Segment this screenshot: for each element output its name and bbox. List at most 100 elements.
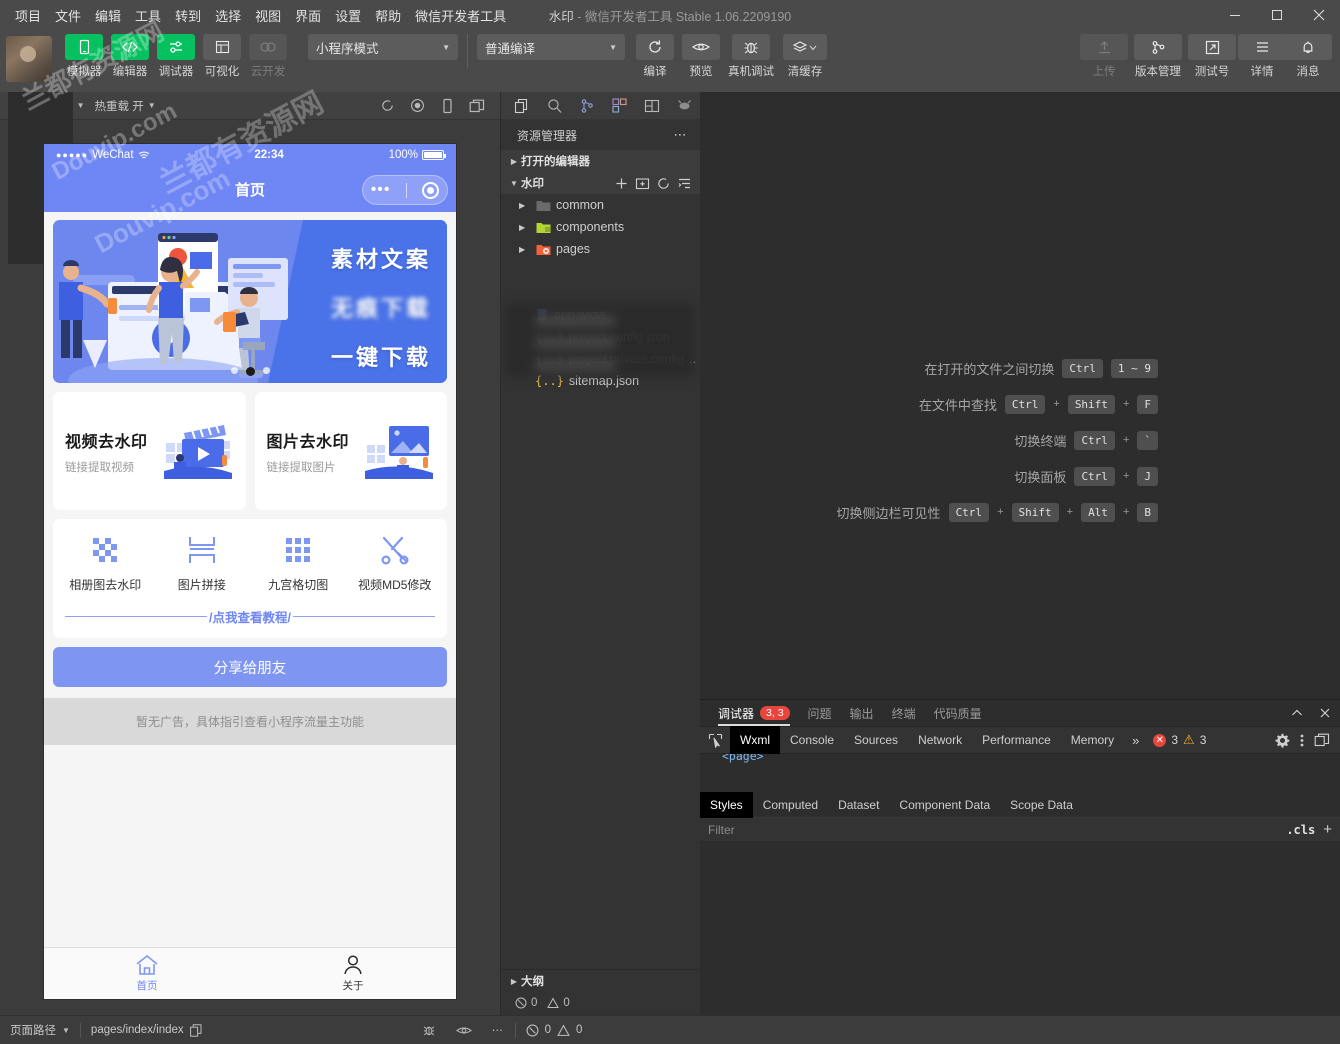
inspector-tab-memory[interactable]: Memory [1061, 726, 1124, 754]
status-bug-button[interactable] [412, 1016, 446, 1044]
menu-item-edit[interactable]: 编辑 [88, 2, 128, 29]
tutorial-link[interactable]: /点我查看教程/ [65, 607, 435, 626]
toolbar-simulator-button[interactable]: 模拟器 [62, 34, 106, 79]
extensions-icon[interactable] [605, 94, 636, 118]
carousel-dot-active[interactable] [246, 367, 255, 376]
layout-icon[interactable] [637, 94, 668, 118]
settings-icon[interactable] [1275, 733, 1290, 748]
avatar[interactable] [6, 36, 52, 82]
toolbar-clearcache-button[interactable]: 清缓存 [779, 34, 831, 79]
debug-icon[interactable] [670, 94, 701, 118]
chevron-up-icon[interactable] [1290, 706, 1304, 720]
tree-folder-common[interactable]: ▶ common [501, 194, 700, 216]
maximize-icon[interactable] [1256, 0, 1298, 30]
styles-tab-scope-data[interactable]: Scope Data [1000, 792, 1083, 818]
menu-item-interface[interactable]: 界面 [288, 2, 328, 29]
wxml-tree[interactable]: <page> [700, 754, 1340, 792]
device-icon[interactable] [432, 98, 462, 114]
banner-carousel[interactable]: 素材文案 无痕下载 一键下载 [53, 220, 447, 383]
close-icon[interactable] [1298, 0, 1340, 30]
toolbar-testaccount-button[interactable]: 测试号 [1186, 34, 1238, 79]
kebab-icon[interactable] [1300, 733, 1304, 748]
menu-item-devtools[interactable]: 微信开发者工具 [408, 2, 513, 29]
chevron-down-icon[interactable]: ▼ [77, 101, 85, 110]
search-icon[interactable] [540, 94, 571, 118]
overflow-icon[interactable]: » [1124, 733, 1147, 748]
wechat-capsule[interactable]: ••• [362, 175, 448, 205]
inspector-tab-network[interactable]: Network [908, 726, 972, 754]
dock-icon[interactable] [1314, 733, 1330, 747]
copy-icon[interactable] [190, 1024, 202, 1037]
toolbar-cloud-button[interactable]: 云开发 [246, 34, 290, 79]
outline-header[interactable]: ▶ 大纲 [501, 970, 700, 992]
hot-reload-toggle[interactable]: 热重载 开 [95, 98, 144, 114]
more-icon[interactable]: ⋯ [674, 127, 689, 143]
files-icon[interactable] [507, 94, 538, 118]
add-rule-button[interactable]: + [1323, 821, 1332, 838]
styles-tab-dataset[interactable]: Dataset [828, 792, 889, 818]
inspector-tab-performance[interactable]: Performance [972, 726, 1061, 754]
page-path-selector[interactable]: 页面路径 ▼ [0, 1016, 80, 1044]
multiwindow-icon[interactable] [462, 99, 492, 113]
styles-tab-computed[interactable]: Computed [753, 792, 828, 818]
toolbar-realdevice-button[interactable]: 真机调试 [725, 34, 777, 79]
tree-folder-components[interactable]: ▶ components [501, 216, 700, 238]
minimize-icon[interactable] [1214, 0, 1256, 30]
toolbar-visual-button[interactable]: 可视化 [200, 34, 244, 79]
inspector-counts[interactable]: ✕ 3 ⚠ 3 [1147, 732, 1206, 748]
source-control-icon[interactable] [572, 94, 603, 118]
section-project[interactable]: ▼ 水印 [501, 172, 700, 194]
refresh-icon[interactable] [656, 176, 671, 191]
panel-tab-output[interactable]: 输出 [850, 700, 874, 726]
tool-grid9-cut[interactable]: 九宫格切图 [250, 533, 347, 593]
compile-select[interactable]: 普通编译 ▼ [477, 34, 625, 60]
new-file-icon[interactable] [614, 176, 629, 191]
tree-folder-pages[interactable]: ▶ pages [501, 238, 700, 260]
toolbar-preview-button[interactable]: 预览 [679, 34, 723, 79]
panel-tab-debugger[interactable]: 调试器 3, 3 [718, 700, 790, 726]
close-icon[interactable] [1318, 706, 1332, 720]
carousel-dot[interactable] [231, 367, 238, 374]
tool-video-md5[interactable]: 视频MD5修改 [347, 533, 444, 593]
toolbar-debugger-button[interactable]: 调试器 [154, 34, 198, 79]
menu-item-file[interactable]: 文件 [48, 2, 88, 29]
menu-item-tools[interactable]: 工具 [128, 2, 168, 29]
status-more-button[interactable]: ⋯ [482, 1016, 515, 1044]
menu-item-select[interactable]: 选择 [208, 2, 248, 29]
share-button[interactable]: 分享给朋友 [53, 647, 447, 687]
styles-tab-component-data[interactable]: Component Data [889, 792, 1000, 818]
new-folder-icon[interactable] [635, 176, 650, 191]
record-icon[interactable] [402, 98, 432, 113]
close-capsule-icon[interactable] [422, 182, 439, 199]
wxml-node[interactable]: <page> [722, 754, 764, 763]
section-open-editors[interactable]: ▶ 打开的编辑器 [501, 150, 700, 172]
status-problems[interactable]: 0 0 [516, 1016, 593, 1044]
toolbar-message-button[interactable]: 消息 [1286, 34, 1330, 79]
tool-album-watermark[interactable]: 相册图去水印 [57, 533, 154, 593]
carousel-dot[interactable] [263, 367, 270, 374]
toolbar-compile-button[interactable]: 编译 [633, 34, 677, 79]
panel-tab-problems[interactable]: 问题 [808, 700, 832, 726]
toolbar-version-button[interactable]: 版本管理 [1132, 34, 1184, 79]
refresh-icon[interactable] [372, 98, 402, 113]
collapse-all-icon[interactable] [677, 176, 692, 191]
styles-tab-styles[interactable]: Styles [700, 792, 753, 818]
menu-item-help[interactable]: 帮助 [368, 2, 408, 29]
tool-image-stitch[interactable]: 图片拼接 [154, 533, 251, 593]
status-eye-button[interactable] [446, 1016, 482, 1044]
panel-tab-terminal[interactable]: 终端 [892, 700, 916, 726]
menu-item-view[interactable]: 视图 [248, 2, 288, 29]
menu-item-goto[interactable]: 转到 [168, 2, 208, 29]
element-picker-icon[interactable] [700, 733, 730, 748]
card-video-watermark[interactable]: 视频去水印 链接提取视频 [53, 392, 246, 510]
cls-button[interactable]: .cls [1286, 823, 1315, 837]
toolbar-detail-button[interactable]: 详情 [1240, 34, 1284, 79]
filter-input[interactable]: Filter [708, 823, 1278, 837]
tabbar-item-home[interactable]: 首页 [44, 948, 250, 999]
toolbar-upload-button[interactable]: 上传 [1078, 34, 1130, 79]
mode-select[interactable]: 小程序模式 ▼ [308, 34, 458, 60]
inspector-tab-console[interactable]: Console [780, 726, 844, 754]
card-image-watermark[interactable]: 图片去水印 链接提取图片 [255, 392, 448, 510]
chevron-down-icon[interactable]: ▼ [148, 101, 156, 110]
tabbar-item-about[interactable]: 关于 [250, 948, 456, 999]
